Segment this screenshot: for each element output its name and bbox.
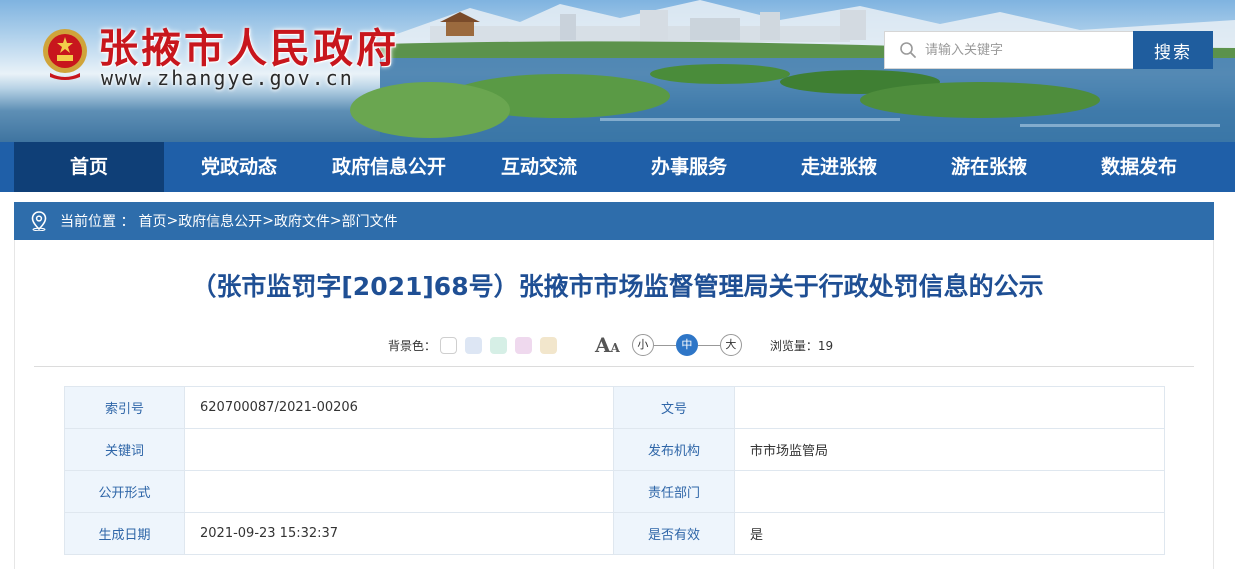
meta-key: 公开形式	[64, 470, 185, 513]
breadcrumb-label: 当前位置 ：	[60, 214, 135, 230]
meta-key: 索引号	[64, 386, 185, 429]
meta-key: 责任部门	[613, 470, 735, 513]
view-count: 浏览量：19	[770, 337, 833, 354]
nav-item-gov-info[interactable]: 政府信息公开	[314, 142, 464, 192]
bg-swatch-blue[interactable]	[465, 336, 483, 354]
nav-item-services[interactable]: 办事服务	[614, 142, 764, 192]
search-icon	[900, 42, 916, 58]
nav-item-data[interactable]: 数据发布	[1064, 142, 1214, 192]
nav-item-interaction[interactable]: 互动交流	[464, 142, 614, 192]
background-color-label: 背景色：	[388, 338, 437, 353]
meta-value	[734, 470, 1165, 513]
breadcrumb-item-gov-files[interactable]: 政府文件	[274, 211, 330, 231]
breadcrumb-separator: >	[329, 213, 342, 229]
meta-key: 是否有效	[613, 512, 735, 555]
size-connector	[653, 344, 676, 346]
meta-key: 发布机构	[613, 428, 735, 471]
nav-item-home[interactable]: 首页	[14, 142, 164, 192]
size-connector	[697, 344, 720, 346]
bg-swatch-white[interactable]	[440, 336, 458, 354]
meta-key: 生成日期	[64, 512, 185, 555]
article-tools: 背景色： AA 小 中 大 浏览量：19	[388, 332, 833, 358]
breadcrumb-item-home[interactable]: 首页	[138, 211, 166, 231]
breadcrumb-separator: >	[262, 213, 274, 229]
breadcrumb-item-dept-files[interactable]: 部门文件	[342, 211, 398, 231]
article-title: （张市监罚字[2021]68号）张掖市市场监督管理局关于行政处罚信息的公示	[191, 272, 1044, 301]
bg-swatch-yellow[interactable]	[540, 336, 558, 354]
header-banner: 张掖市人民政府 www.zhangye.gov.cn 搜索	[0, 0, 1235, 142]
font-size-small-button[interactable]: 小	[631, 334, 654, 356]
meta-key: 关键词	[64, 428, 185, 471]
national-emblem-icon	[43, 29, 87, 80]
bg-swatch-green[interactable]	[490, 336, 508, 354]
font-size-medium-button[interactable]: 中	[675, 334, 698, 356]
table-row: 生成日期 2021-09-23 15:32:37 是否有效 是	[64, 512, 1165, 555]
breadcrumb-separator: >	[166, 213, 179, 229]
bg-swatch-pink[interactable]	[515, 336, 533, 354]
breadcrumb-item-gov-info[interactable]: 政府信息公开	[178, 211, 262, 231]
table-row: 公开形式 责任部门	[64, 470, 1165, 513]
location-pin-icon	[31, 211, 47, 231]
meta-key: 文号	[613, 386, 735, 429]
divider	[34, 366, 1194, 367]
meta-value: 620700087/2021-00206	[184, 386, 614, 429]
table-row: 索引号 620700087/2021-00206 文号	[64, 386, 1165, 429]
meta-value	[184, 428, 614, 471]
table-row: 关键词 发布机构 市市场监管局	[64, 428, 1165, 471]
font-size-large-button[interactable]: 大	[719, 334, 742, 356]
search-box	[884, 31, 1134, 69]
document-metadata-table: 索引号 620700087/2021-00206 文号 关键词 发布机构 市市场…	[64, 386, 1165, 555]
meta-value	[184, 470, 614, 513]
view-count-value: 19	[817, 338, 834, 353]
search-button[interactable]: 搜索	[1133, 31, 1213, 69]
meta-value: 是	[734, 512, 1165, 555]
search-input[interactable]	[917, 33, 1133, 67]
font-size-selector: 小 中 大	[631, 334, 742, 356]
nav-item-about-zhangye[interactable]: 走进张掖	[764, 142, 914, 192]
nav-item-tourism[interactable]: 游在张掖	[914, 142, 1064, 192]
nav-item-party-news[interactable]: 党政动态	[164, 142, 314, 192]
meta-value: 2021-09-23 15:32:37	[184, 512, 614, 555]
view-count-label: 浏览量：	[769, 338, 818, 353]
breadcrumb: 当前位置 ： 首页 > 政府信息公开 > 政府文件 > 部门文件	[14, 202, 1214, 240]
site-domain: www.zhangye.gov.cn	[101, 66, 354, 90]
meta-value: 市市场监管局	[734, 428, 1165, 471]
main-nav: 首页 党政动态 政府信息公开 互动交流 办事服务 走进张掖 游在张掖 数据发布	[0, 142, 1235, 192]
meta-value	[734, 386, 1165, 429]
font-size-icon: AA	[595, 333, 620, 357]
